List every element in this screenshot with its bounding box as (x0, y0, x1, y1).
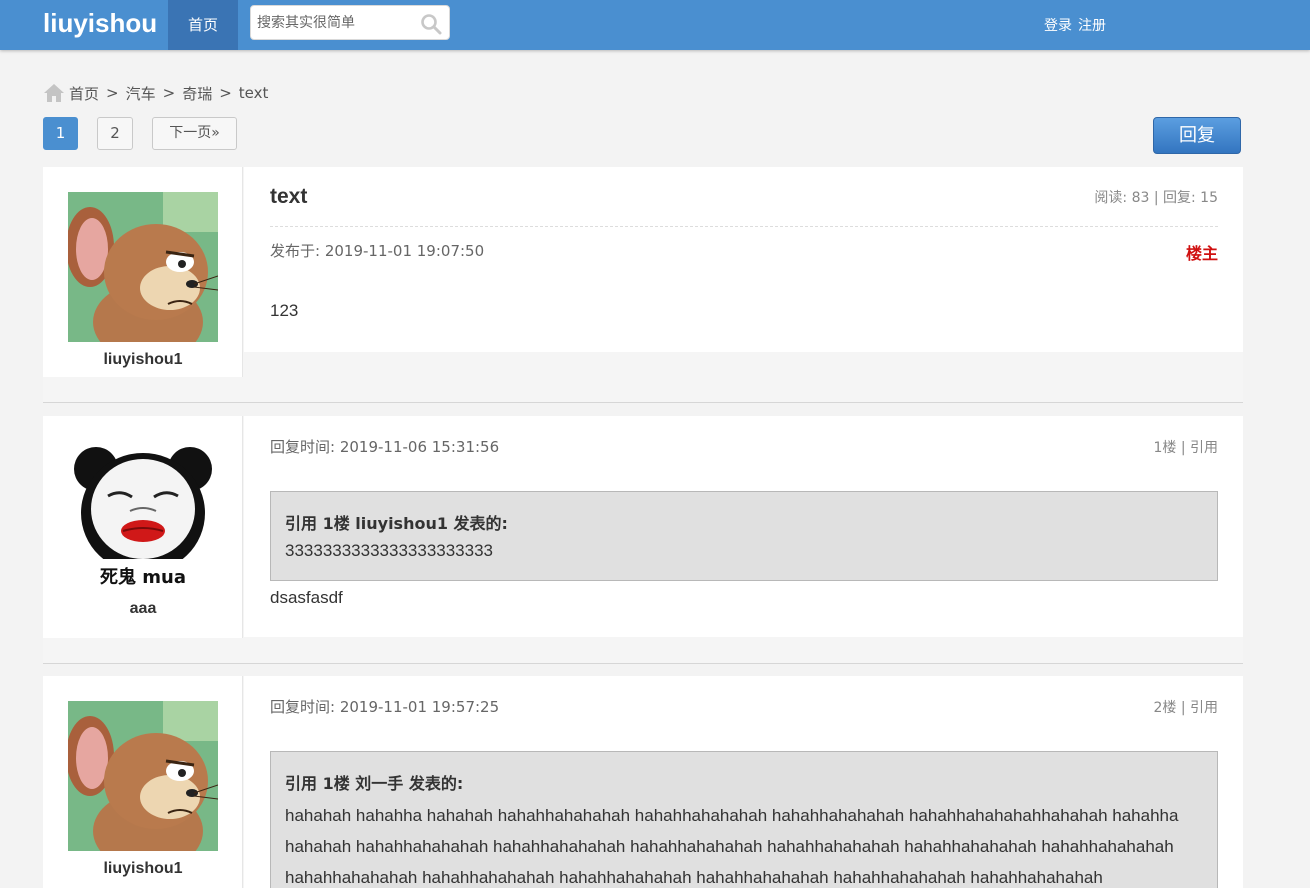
topic-post: liuyishou1 text 阅读: 83 | 回复: 15 发布于: 201… (43, 167, 1243, 403)
author-panel: liuyishou1 (43, 167, 243, 377)
page-1-button[interactable]: 1 (43, 117, 78, 150)
site-logo[interactable]: liuyishou (43, 8, 157, 39)
breadcrumb-separator: > (162, 84, 176, 102)
author-name[interactable]: liuyishou1 (43, 860, 243, 878)
home-icon (44, 84, 64, 102)
reply-content: dsasfasdf (270, 588, 343, 607)
quote-header: 引用 1楼 刘一手 发表的: (285, 774, 464, 793)
reply-time: 回复时间: 2019-11-06 15:31:56 (270, 438, 500, 456)
floor-quote-link[interactable]: 2楼 | 引用 (1153, 697, 1218, 717)
quote-block: 引用 1楼 liuyishou1 发表的: 333333333333333333… (270, 491, 1218, 581)
owner-badge: 楼主 (1185, 244, 1218, 263)
avatar-caption: 死鬼 mua (100, 566, 186, 588)
post-title: text (270, 185, 308, 208)
reply-post: liuyishou1 回复时间: 2019-11-01 19:57:25 2楼 … (43, 676, 1243, 888)
post-stats: 阅读: 83 | 回复: 15 (1094, 190, 1218, 206)
user-avatar[interactable] (68, 701, 218, 851)
author-name[interactable]: liuyishou1 (43, 351, 243, 369)
top-navbar: liuyishou 首页 登录注册 (0, 0, 1310, 50)
author-panel: liuyishou1 (43, 676, 243, 888)
post-content: 123 (270, 301, 299, 320)
auth-links: 登录 注册 (1044, 15, 1112, 35)
quote-header: 引用 1楼 liuyishou1 发表的: (285, 514, 508, 533)
user-avatar[interactable]: 死鬼 mua (68, 441, 218, 591)
register-link[interactable]: 注册 (1078, 18, 1106, 34)
breadcrumb: 首页 > 汽车 > 奇瑞 > text (43, 82, 268, 104)
breadcrumb-home[interactable]: 首页 (69, 83, 99, 104)
search-input[interactable] (257, 12, 412, 34)
page-2-button[interactable]: 2 (97, 117, 133, 150)
search-icon[interactable] (420, 13, 442, 35)
breadcrumb-current: text (238, 84, 269, 102)
author-name[interactable]: aaa (43, 600, 243, 618)
quote-content: 3333333333333333333333 (285, 541, 494, 560)
quote-content: hahahah hahahha hahahah hahahhahahahah h… (285, 806, 1179, 887)
author-panel: 死鬼 mua aaa (43, 416, 243, 638)
breadcrumb-separator: > (106, 84, 119, 102)
next-page-button[interactable]: 下一页» (152, 117, 237, 150)
quote-block: 引用 1楼 刘一手 发表的: hahahah hahahha hahahah h… (270, 751, 1218, 888)
search-box (250, 5, 450, 40)
title-divider (270, 226, 1218, 227)
nav-home-link[interactable]: 首页 (168, 0, 238, 50)
pagination: 1 2 下一页» (43, 117, 256, 150)
breadcrumb-category[interactable]: 汽车 (126, 83, 156, 104)
reply-time: 回复时间: 2019-11-01 19:57:25 (270, 698, 500, 716)
floor-quote-link[interactable]: 1楼 | 引用 (1153, 437, 1218, 457)
breadcrumb-subcategory[interactable]: 奇瑞 (182, 83, 212, 104)
reply-post: 死鬼 mua aaa 回复时间: 2019-11-06 15:31:56 1楼 … (43, 416, 1243, 664)
user-avatar[interactable] (68, 192, 218, 342)
login-link[interactable]: 登录 (1044, 18, 1072, 34)
post-published-time: 发布于: 2019-11-01 19:07:50 (270, 242, 485, 260)
post-body: 回复时间: 2019-11-06 15:31:56 1楼 | 引用 引用 1楼 … (244, 416, 1243, 637)
post-body: text 阅读: 83 | 回复: 15 发布于: 2019-11-01 19:… (244, 167, 1243, 352)
breadcrumb-separator: > (219, 84, 232, 102)
post-body: 回复时间: 2019-11-01 19:57:25 2楼 | 引用 引用 1楼 … (244, 676, 1243, 888)
reply-button[interactable]: 回复 (1153, 117, 1241, 154)
